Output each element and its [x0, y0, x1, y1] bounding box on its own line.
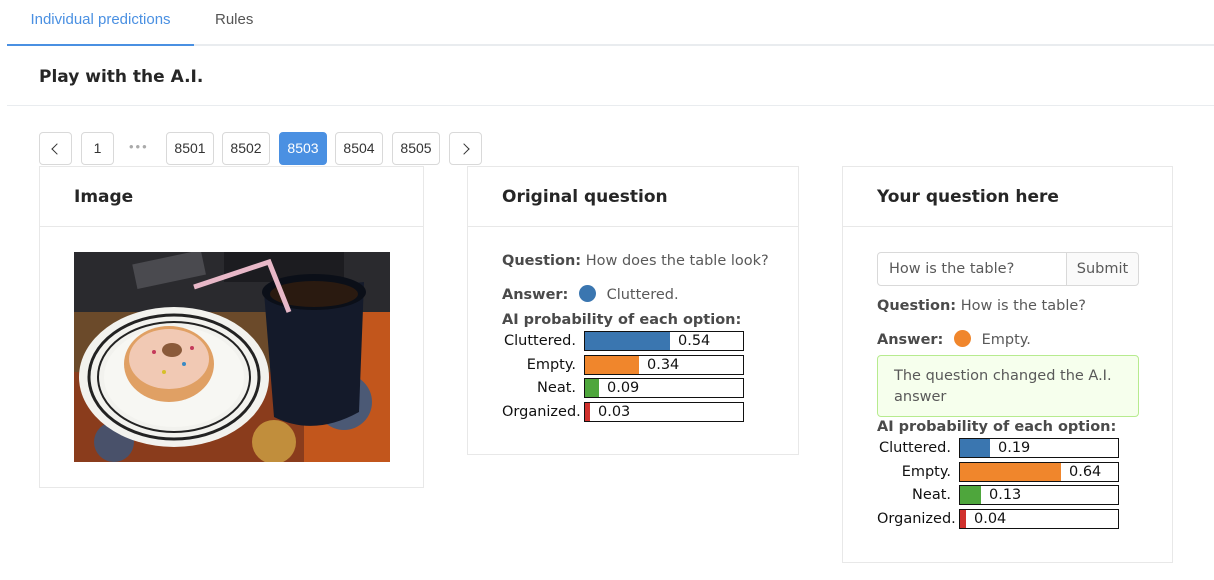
donut-coffee-photo: [74, 252, 390, 462]
prob-bar-row: Neat. 0.13: [877, 485, 1137, 505]
prob-bar-row: Organized. 0.03: [502, 401, 762, 422]
chevron-left-icon: [51, 143, 63, 155]
answer-label: Answer:: [877, 332, 944, 348]
prob-option-label: Empty.: [526, 356, 576, 373]
original-question-card: Original question Question: How does the…: [467, 166, 799, 455]
prob-option-label: Organized.: [502, 403, 581, 420]
chevron-right-icon: [458, 143, 470, 155]
prob-bar-value: 0.09: [607, 380, 640, 396]
page-title: Play with the A.I.: [39, 67, 204, 87]
prob-bar-value: 0.03: [598, 403, 631, 420]
prob-bar-value: 0.34: [647, 356, 680, 373]
tab-bar: Individual predictions Rules: [7, 0, 1214, 46]
prob-option-label: Cluttered.: [878, 440, 951, 456]
prob-bar-track: 0.54: [584, 331, 744, 351]
prob-bar-fill: [960, 439, 990, 457]
question-label: Question:: [877, 298, 957, 314]
prob-option-label: Cluttered.: [503, 333, 576, 349]
prob-bar-fill: [585, 379, 599, 397]
image-card-title: Image: [40, 167, 423, 227]
original-question-line: Question: How does the table look?: [502, 253, 769, 269]
prob-bar-row: Neat. 0.09: [502, 378, 762, 398]
prob-bar-fill: [585, 402, 590, 421]
image-card: Image: [39, 166, 424, 488]
prob-option-label: Neat.: [912, 487, 951, 503]
next-page-button[interactable]: [449, 132, 482, 165]
your-answer-text: Empty.: [981, 332, 1031, 348]
prob-bar-track: 0.04: [959, 508, 1119, 529]
prob-bar-track: 0.64: [959, 461, 1119, 482]
prob-bar-track: 0.09: [584, 378, 744, 398]
prob-bar-fill: [960, 509, 966, 528]
prob-bar-track: 0.03: [584, 401, 744, 422]
prob-bar-fill: [585, 332, 670, 350]
page-8505-button[interactable]: 8505: [392, 132, 440, 165]
question-image: [74, 252, 390, 462]
answer-color-dot: [953, 330, 971, 347]
prob-option-label: Neat.: [537, 380, 576, 396]
original-answer-line: Answer: Cluttered.: [502, 285, 679, 303]
answer-color-dot: [578, 285, 596, 302]
page-8504-button[interactable]: 8504: [335, 132, 383, 165]
original-question-title: Original question: [468, 167, 798, 227]
your-question-text: How is the table?: [960, 298, 1086, 314]
prob-bar-track: 0.13: [959, 485, 1119, 505]
tab-individual-predictions[interactable]: Individual predictions: [7, 0, 194, 46]
original-prob-title: AI probability of each option:: [502, 312, 742, 328]
question-input[interactable]: [877, 252, 1067, 286]
prob-bar-track: 0.19: [959, 438, 1119, 458]
prob-option-label: Organized.: [877, 510, 956, 527]
your-prob-title: AI probability of each option:: [877, 419, 1117, 435]
prob-bar-row: Organized. 0.04: [877, 508, 1137, 529]
prob-bar-row: Cluttered. 0.54: [502, 331, 762, 351]
original-answer-text: Cluttered.: [606, 287, 679, 303]
prob-bar-row: Empty. 0.34: [502, 354, 762, 375]
answer-label: Answer:: [502, 287, 569, 303]
prob-bar-row: Cluttered. 0.19: [877, 438, 1137, 458]
prob-bar-value: 0.64: [1069, 463, 1102, 480]
prob-bar-fill: [585, 355, 639, 374]
prob-bar-value: 0.13: [989, 487, 1022, 503]
page-header: Play with the A.I.: [7, 48, 1214, 106]
prob-bar-fill: [960, 486, 981, 504]
prev-page-button[interactable]: [39, 132, 72, 165]
tab-rules[interactable]: Rules: [215, 0, 253, 46]
page-1-button[interactable]: 1: [81, 132, 114, 165]
prob-bar-row: Empty. 0.64: [877, 461, 1137, 482]
your-question-card: Your question here Submit Question: How …: [842, 166, 1173, 563]
prob-bar-value: 0.04: [974, 510, 1007, 527]
submit-button[interactable]: Submit: [1066, 252, 1139, 286]
page-8503-button[interactable]: 8503: [279, 132, 327, 165]
your-question-title: Your question here: [843, 167, 1172, 227]
your-question-line: Question: How is the table?: [877, 298, 1086, 314]
prob-bar-value: 0.54: [678, 333, 711, 349]
answer-changed-alert: The question changed the A.I. answer: [877, 355, 1139, 417]
prob-option-label: Empty.: [901, 463, 951, 480]
original-question-text: How does the table look?: [585, 253, 769, 269]
pagination-ellipsis[interactable]: •••: [129, 132, 153, 165]
prob-bar-value: 0.19: [998, 440, 1031, 456]
page-8501-button[interactable]: 8501: [166, 132, 214, 165]
page-8502-button[interactable]: 8502: [222, 132, 270, 165]
prob-bar-track: 0.34: [584, 354, 744, 375]
question-label: Question:: [502, 253, 582, 269]
your-answer-line: Answer: Empty.: [877, 330, 1031, 348]
prob-bar-fill: [960, 462, 1061, 481]
